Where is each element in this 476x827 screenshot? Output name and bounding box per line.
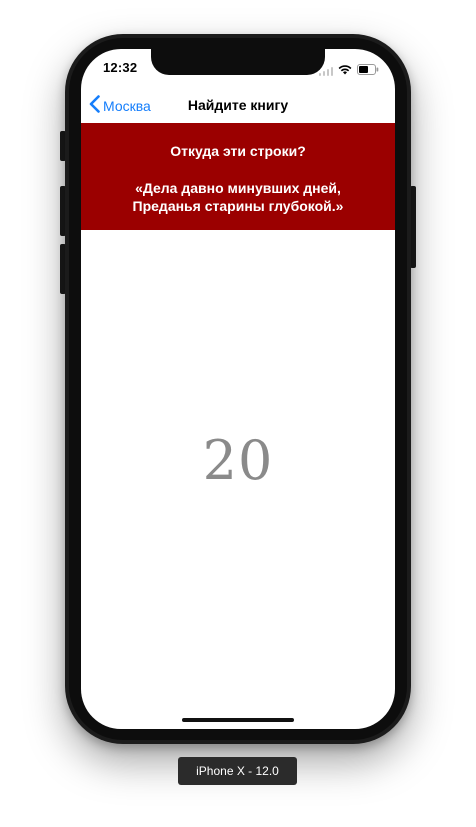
status-time: 12:32 bbox=[103, 60, 138, 75]
simulator-stage: 12:32 Москва Найдите книгу Откуда эти ст… bbox=[0, 0, 476, 827]
notch bbox=[151, 49, 325, 75]
countdown-counter: 20 bbox=[202, 429, 274, 492]
quote-line-1: «Дела давно минувших дней, bbox=[135, 180, 341, 196]
quote-banner: Откуда эти строки? «Дела давно минувших … bbox=[81, 123, 395, 230]
wifi-icon bbox=[338, 62, 352, 80]
home-indicator[interactable] bbox=[182, 718, 294, 722]
nav-title: Найдите книгу bbox=[187, 97, 289, 113]
battery-icon bbox=[357, 62, 379, 80]
quote-question: Откуда эти строки? bbox=[170, 143, 306, 159]
device-label: iPhone X - 12.0 bbox=[178, 757, 297, 785]
device-screen: 12:32 Москва Найдите книгу Откуда эти ст… bbox=[81, 49, 395, 729]
quote-line-2: Преданья старины глубокой.» bbox=[132, 198, 344, 214]
navigation-bar: Москва Найдите книгу bbox=[81, 89, 395, 123]
status-icons bbox=[318, 62, 380, 80]
